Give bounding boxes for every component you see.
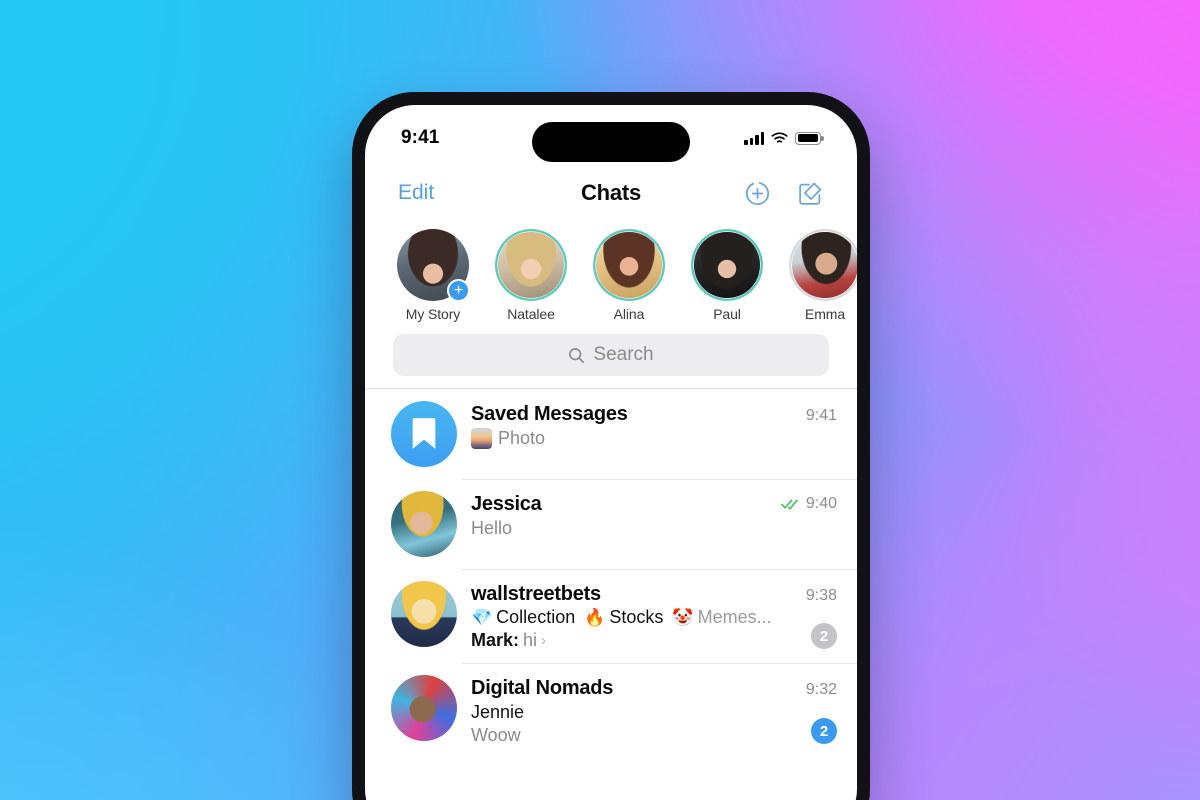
unread-badge: 2 [811, 623, 837, 649]
chat-title: Digital Nomads [471, 677, 614, 699]
chat-header-line: Jessica 9:40 [471, 493, 837, 516]
magnifier-icon [568, 347, 585, 364]
chat-topic-tags[interactable]: 💎 Collection 🔥 Stocks 🤡 Memes... [471, 607, 837, 628]
chat-timestamp: 9:40 [805, 495, 837, 512]
search-placeholder: Search [593, 344, 654, 365]
preview-text-secondary: Woow [471, 725, 521, 745]
chat-title: Saved Messages [471, 403, 628, 425]
chat-header-line: Saved Messages 9:41 [471, 403, 837, 426]
chat-row[interactable]: Saved Messages 9:41 Photo [365, 389, 857, 479]
preview-text: Hello [471, 518, 513, 538]
story-item-my-story[interactable]: + My Story [397, 229, 470, 322]
chat-body: Saved Messages 9:41 Photo [471, 401, 837, 449]
chat-body: Digital Nomads 9:32 Jennie Woow [471, 675, 837, 746]
nav-actions [744, 180, 824, 207]
read-receipt-double-check-icon [780, 498, 801, 510]
status-indicators [744, 131, 824, 145]
preview-text: Jennie [471, 702, 525, 722]
topic-tag[interactable]: 🔥 Stocks [584, 607, 663, 628]
topic-label: Collection [496, 607, 576, 627]
compose-pencil-square-icon[interactable] [797, 180, 824, 207]
chat-list[interactable]: Saved Messages 9:41 Photo Jessica 9:40 Hello w… [365, 388, 857, 758]
dynamic-island [532, 122, 690, 162]
chat-title: Jessica [471, 493, 542, 515]
story-avatar-ring[interactable] [691, 229, 763, 301]
phone-screen: 9:41 Edit Chats + My Story Natalee Alina… [365, 105, 857, 800]
story-avatar-ring[interactable]: + [397, 229, 470, 302]
story-avatar-ring[interactable] [593, 229, 665, 301]
avatar [391, 491, 457, 557]
chat-title: wallstreetbets [471, 583, 601, 605]
avatar [391, 581, 457, 647]
story-label: Paul [713, 306, 741, 322]
search-input[interactable]: Search [393, 334, 829, 376]
avatar [596, 232, 662, 298]
story-avatar-ring[interactable] [495, 229, 567, 301]
chat-timestamp: 9:41 [805, 407, 837, 424]
chat-meta: 9:40 [771, 495, 837, 513]
story-label: Alina [613, 306, 645, 322]
battery-full-icon [795, 131, 824, 145]
chat-preview-secondary: Woow [471, 725, 837, 746]
chat-meta: 9:41 [796, 407, 837, 425]
topic-tag[interactable]: 🤡 Memes... [672, 607, 771, 628]
avatar [694, 232, 760, 298]
chat-body: wallstreetbets 9:38 💎 Collection 🔥 Stocks 🤡 Mem… [471, 581, 837, 651]
topic-label: Stocks [609, 607, 664, 627]
story-item-emma[interactable]: Emma [789, 229, 857, 322]
unread-badge: 2 [811, 718, 837, 744]
wifi-icon [771, 132, 788, 145]
avatar [391, 675, 457, 741]
photo-thumbnail [471, 428, 492, 449]
topic-emoji-icon: 🔥 [584, 607, 606, 627]
signal-bars-icon [744, 131, 764, 145]
stories-row[interactable]: + My Story Natalee Alina Paul Emma [365, 219, 857, 328]
story-item-paul[interactable]: Paul [691, 229, 763, 322]
status-bar: 9:41 [365, 105, 857, 167]
story-item-alina[interactable]: Alina [593, 229, 665, 322]
topic-emoji-icon: 🤡 [672, 607, 694, 627]
preview-sender-name: Mark: [471, 630, 520, 650]
story-label: Natalee [507, 306, 555, 322]
topic-label: Memes... [697, 607, 772, 627]
story-label: Emma [804, 306, 846, 322]
preview-message-text: hi [523, 630, 538, 650]
preview-text: Photo [498, 428, 546, 448]
chat-row[interactable]: Jessica 9:40 Hello [365, 479, 857, 569]
chat-header-line: wallstreetbets 9:38 [471, 583, 837, 606]
chat-meta: 9:32 [796, 681, 837, 699]
story-avatar-ring[interactable] [789, 229, 857, 301]
search-container: Search [365, 328, 857, 388]
chat-preview: Photo [471, 428, 837, 449]
topic-tag[interactable]: 💎 Collection [471, 607, 575, 628]
chat-meta: 9:38 [796, 587, 837, 605]
chat-preview-sender: Mark: hi › [471, 630, 837, 651]
saved-messages-bookmark-icon [391, 401, 457, 467]
chat-header-line: Digital Nomads 9:32 [471, 677, 837, 700]
chat-preview: Hello [471, 518, 837, 539]
chat-body: Jessica 9:40 Hello [471, 491, 837, 539]
badge-slot: 2 [811, 718, 837, 744]
chat-preview: Jennie [471, 702, 837, 723]
topic-emoji-icon: 💎 [471, 607, 493, 627]
chat-row[interactable]: wallstreetbets 9:38 💎 Collection 🔥 Stocks 🤡 Mem… [365, 569, 857, 663]
badge-slot: 2 [811, 623, 837, 649]
chat-timestamp: 9:38 [805, 587, 837, 604]
status-time: 9:41 [401, 127, 440, 148]
chevron-right-icon: › [541, 632, 547, 649]
chat-row[interactable]: Digital Nomads 9:32 Jennie Woow 2 [365, 663, 857, 758]
add-story-badge-icon[interactable]: + [447, 279, 470, 302]
story-label: My Story [405, 306, 461, 322]
story-item-natalee[interactable]: Natalee [495, 229, 567, 322]
phone-mockup: 9:41 Edit Chats + My Story Natalee Alina… [348, 88, 874, 800]
avatar [498, 232, 564, 298]
chat-timestamp: 9:32 [805, 681, 837, 698]
navigation-bar: Edit Chats [365, 167, 857, 219]
circle-plus-dashed-icon[interactable] [744, 180, 771, 207]
avatar [792, 232, 857, 298]
